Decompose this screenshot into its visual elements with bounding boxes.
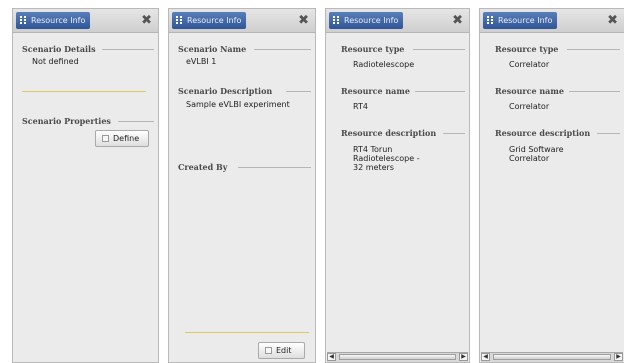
panel-title: Resource Info <box>344 16 399 25</box>
panel-tab[interactable]: Resource Info <box>483 12 557 29</box>
section-scenario-properties: Scenario Properties <box>22 116 154 126</box>
resource-info-panel-correlator: Resource Info ✖ Resource type Correlator… <box>479 8 624 363</box>
section-rule <box>597 133 620 134</box>
resource-info-panel-rt4: Resource Info ✖ Resource type Radioteles… <box>325 8 470 363</box>
section-resource-type: Resource type <box>341 44 465 54</box>
close-icon[interactable]: ✖ <box>452 11 463 30</box>
section-label: Resource type <box>341 44 405 54</box>
section-resource-description: Resource description <box>341 128 465 138</box>
button-doc-icon <box>102 135 109 142</box>
grid-dots-icon <box>333 16 340 25</box>
edit-button[interactable]: Edit <box>258 342 305 359</box>
panel-titlebar[interactable]: Resource Info ✖ <box>169 9 315 33</box>
scenario-name-value: eVLBI 1 <box>186 57 217 66</box>
section-rule <box>443 133 465 134</box>
panel-titlebar[interactable]: Resource Info ✖ <box>326 9 469 33</box>
horizontal-scrollbar[interactable]: ◀ ▶ <box>481 352 623 362</box>
section-label: Scenario Properties <box>22 116 111 126</box>
scroll-left-icon[interactable]: ◀ <box>481 353 490 361</box>
resource-description-value: RT4 Torun Radiotelescope - 32 meters <box>353 145 420 172</box>
resource-name-value: RT4 <box>353 102 368 111</box>
separator-line <box>185 332 309 333</box>
section-rule <box>415 91 465 92</box>
scroll-right-icon[interactable]: ▶ <box>614 353 623 361</box>
section-label: Resource type <box>495 44 559 54</box>
section-label: Scenario Name <box>178 44 247 54</box>
resource-name-value: Correlator <box>509 102 550 111</box>
section-rule <box>567 49 620 50</box>
section-label: Resource name <box>495 86 564 96</box>
separator-line <box>22 91 146 92</box>
section-resource-type: Resource type <box>495 44 620 54</box>
panel-title: Resource Info <box>498 16 553 25</box>
panel-tab[interactable]: Resource Info <box>329 12 403 29</box>
section-rule <box>238 167 311 168</box>
resource-info-panel-scenario-detail: Resource Info ✖ Scenario Name eVLBI 1 Sc… <box>168 8 316 363</box>
section-rule <box>118 121 154 122</box>
grid-dots-icon <box>20 16 27 25</box>
section-label: Created By <box>178 162 228 172</box>
close-icon[interactable]: ✖ <box>607 11 618 30</box>
button-doc-icon <box>265 347 272 354</box>
panel-title: Resource Info <box>187 16 242 25</box>
section-label: Scenario Details <box>22 44 96 54</box>
section-resource-name: Resource name <box>341 86 465 96</box>
section-scenario-name: Scenario Name <box>178 44 311 54</box>
section-label: Resource description <box>495 128 591 138</box>
section-rule <box>254 49 311 50</box>
section-label: Resource description <box>341 128 437 138</box>
section-resource-name: Resource name <box>495 86 620 96</box>
scroll-right-icon[interactable]: ▶ <box>459 353 468 361</box>
section-scenario-details: Scenario Details <box>22 44 154 54</box>
close-icon[interactable]: ✖ <box>298 11 309 30</box>
section-rule <box>286 91 311 92</box>
resource-info-panel-scenario-summary: Resource Info ✖ Scenario Details Not def… <box>12 8 159 363</box>
resource-type-value: Radiotelescope <box>353 60 415 69</box>
close-icon[interactable]: ✖ <box>141 11 152 30</box>
section-scenario-description: Scenario Description <box>178 86 311 96</box>
section-rule <box>102 49 154 50</box>
scrollbar-thumb[interactable] <box>493 354 611 360</box>
section-resource-description: Resource description <box>495 128 620 138</box>
section-rule <box>569 91 620 92</box>
scrollbar-thumb[interactable] <box>339 354 456 360</box>
section-label: Scenario Description <box>178 86 273 96</box>
scenario-description-value: Sample eVLBI experiment <box>186 100 290 109</box>
define-button[interactable]: Define <box>95 130 149 147</box>
grid-dots-icon <box>487 16 494 25</box>
resource-type-value: Correlator <box>509 60 550 69</box>
grid-dots-icon <box>176 16 183 25</box>
horizontal-scrollbar[interactable]: ◀ ▶ <box>327 352 468 362</box>
resource-description-value: Grid Software Correlator <box>509 145 564 163</box>
panel-title: Resource Info <box>31 16 86 25</box>
panel-titlebar[interactable]: Resource Info ✖ <box>480 9 624 33</box>
panel-titlebar[interactable]: Resource Info ✖ <box>13 9 158 33</box>
section-label: Resource name <box>341 86 410 96</box>
scenario-details-value: Not defined <box>32 57 79 66</box>
section-created-by: Created By <box>178 162 311 172</box>
panel-tab[interactable]: Resource Info <box>172 12 246 29</box>
panel-tab[interactable]: Resource Info <box>16 12 90 29</box>
section-rule <box>413 49 465 50</box>
scroll-left-icon[interactable]: ◀ <box>327 353 336 361</box>
